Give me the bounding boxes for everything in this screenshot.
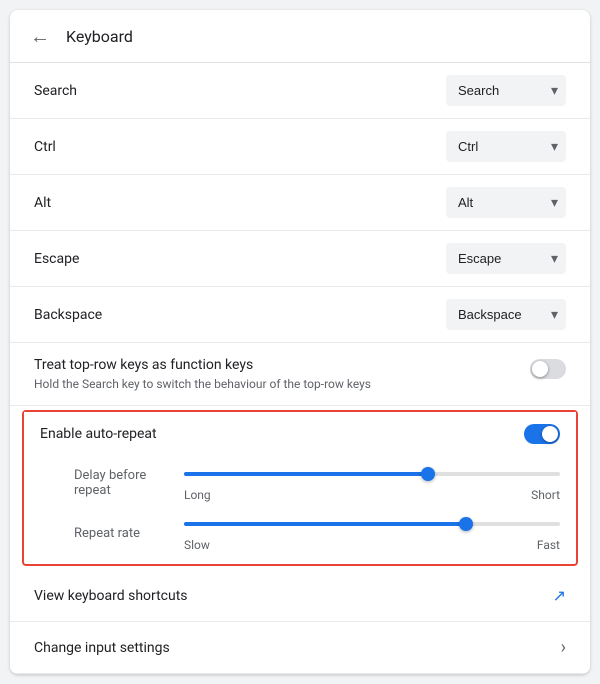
function-keys-text: Treat top-row keys as function keys Hold… — [34, 357, 371, 391]
external-link-icon: ↗︎ — [553, 586, 566, 605]
keyboard-shortcuts-label: View keyboard shortcuts — [34, 588, 188, 604]
setting-row-escape: Escape Escape Search Ctrl Alt Backspace … — [10, 231, 590, 287]
function-keys-thumb — [532, 361, 548, 377]
backspace-select[interactable]: Backspace Search Ctrl Alt Escape Disable… — [446, 299, 566, 330]
delay-track-bg — [184, 472, 560, 476]
backspace-select-wrapper: Backspace Search Ctrl Alt Escape Disable… — [446, 299, 566, 330]
ctrl-label: Ctrl — [34, 139, 56, 155]
ctrl-select[interactable]: Ctrl Search Alt Escape Backspace Disable… — [446, 131, 566, 162]
function-keys-row: Treat top-row keys as function keys Hold… — [10, 343, 590, 406]
rate-left-label: Slow — [184, 538, 210, 552]
escape-select[interactable]: Escape Search Ctrl Alt Backspace Disable… — [446, 243, 566, 274]
delay-track-fill — [184, 472, 428, 476]
setting-row-backspace: Backspace Backspace Search Ctrl Alt Esca… — [10, 287, 590, 343]
rate-track-bg — [184, 522, 560, 526]
rate-row: Repeat rate Slow Fast — [24, 506, 576, 564]
function-keys-toggle[interactable] — [530, 359, 566, 379]
delay-end-labels: Long Short — [184, 488, 560, 502]
alt-select[interactable]: Alt Search Ctrl Escape Backspace Disable… — [446, 187, 566, 218]
page-title: Keyboard — [66, 27, 133, 46]
chevron-right-icon: › — [561, 637, 566, 658]
delay-right-label: Short — [531, 488, 560, 502]
delay-label: Delay before repeat — [74, 468, 184, 498]
search-label: Search — [34, 83, 77, 99]
keyboard-shortcuts-row[interactable]: View keyboard shortcuts ↗︎ — [10, 570, 590, 622]
setting-row-search: Search Search Ctrl Alt Escape Backspace … — [10, 63, 590, 119]
delay-track-wrap — [184, 464, 560, 484]
auto-repeat-section: Enable auto-repeat Delay before repeat — [22, 410, 578, 566]
delay-slider-wrap: Long Short — [184, 464, 560, 502]
escape-select-wrapper: Escape Search Ctrl Alt Backspace Disable… — [446, 243, 566, 274]
rate-end-labels: Slow Fast — [184, 538, 560, 552]
rate-right-label: Fast — [537, 538, 560, 552]
function-keys-title: Treat top-row keys as function keys — [34, 357, 371, 373]
rate-thumb[interactable] — [459, 517, 473, 531]
alt-select-wrapper: Alt Search Ctrl Escape Backspace Disable… — [446, 187, 566, 218]
back-button[interactable]: ← — [30, 26, 50, 46]
delay-row: Delay before repeat Long Short — [24, 456, 576, 506]
input-settings-label: Change input settings — [34, 640, 170, 656]
search-select[interactable]: Search Ctrl Alt Escape Backspace Disable… — [446, 75, 566, 106]
rate-label: Repeat rate — [74, 526, 184, 541]
auto-repeat-thumb — [542, 426, 558, 442]
ctrl-select-wrapper: Ctrl Search Alt Escape Backspace Disable… — [446, 131, 566, 162]
auto-repeat-header: Enable auto-repeat — [24, 412, 576, 456]
escape-label: Escape — [34, 251, 79, 267]
auto-repeat-toggle[interactable] — [524, 424, 560, 444]
rate-slider-wrap: Slow Fast — [184, 514, 560, 552]
alt-label: Alt — [34, 195, 51, 211]
search-select-wrapper: Search Ctrl Alt Escape Backspace Disable… — [446, 75, 566, 106]
function-keys-subtitle: Hold the Search key to switch the behavi… — [34, 377, 371, 391]
input-settings-row[interactable]: Change input settings › — [10, 622, 590, 674]
header: ← Keyboard — [10, 10, 590, 63]
rate-track-wrap — [184, 514, 560, 534]
backspace-label: Backspace — [34, 307, 102, 323]
auto-repeat-label: Enable auto-repeat — [40, 426, 157, 442]
setting-row-alt: Alt Alt Search Ctrl Escape Backspace Dis… — [10, 175, 590, 231]
rate-track-fill — [184, 522, 466, 526]
auto-repeat-toggle-wrap — [524, 424, 560, 444]
delay-left-label: Long — [184, 488, 211, 502]
delay-thumb[interactable] — [421, 467, 435, 481]
setting-row-ctrl: Ctrl Ctrl Search Alt Escape Backspace Di… — [10, 119, 590, 175]
settings-card: ← Keyboard Search Search Ctrl Alt Escape… — [10, 10, 590, 674]
